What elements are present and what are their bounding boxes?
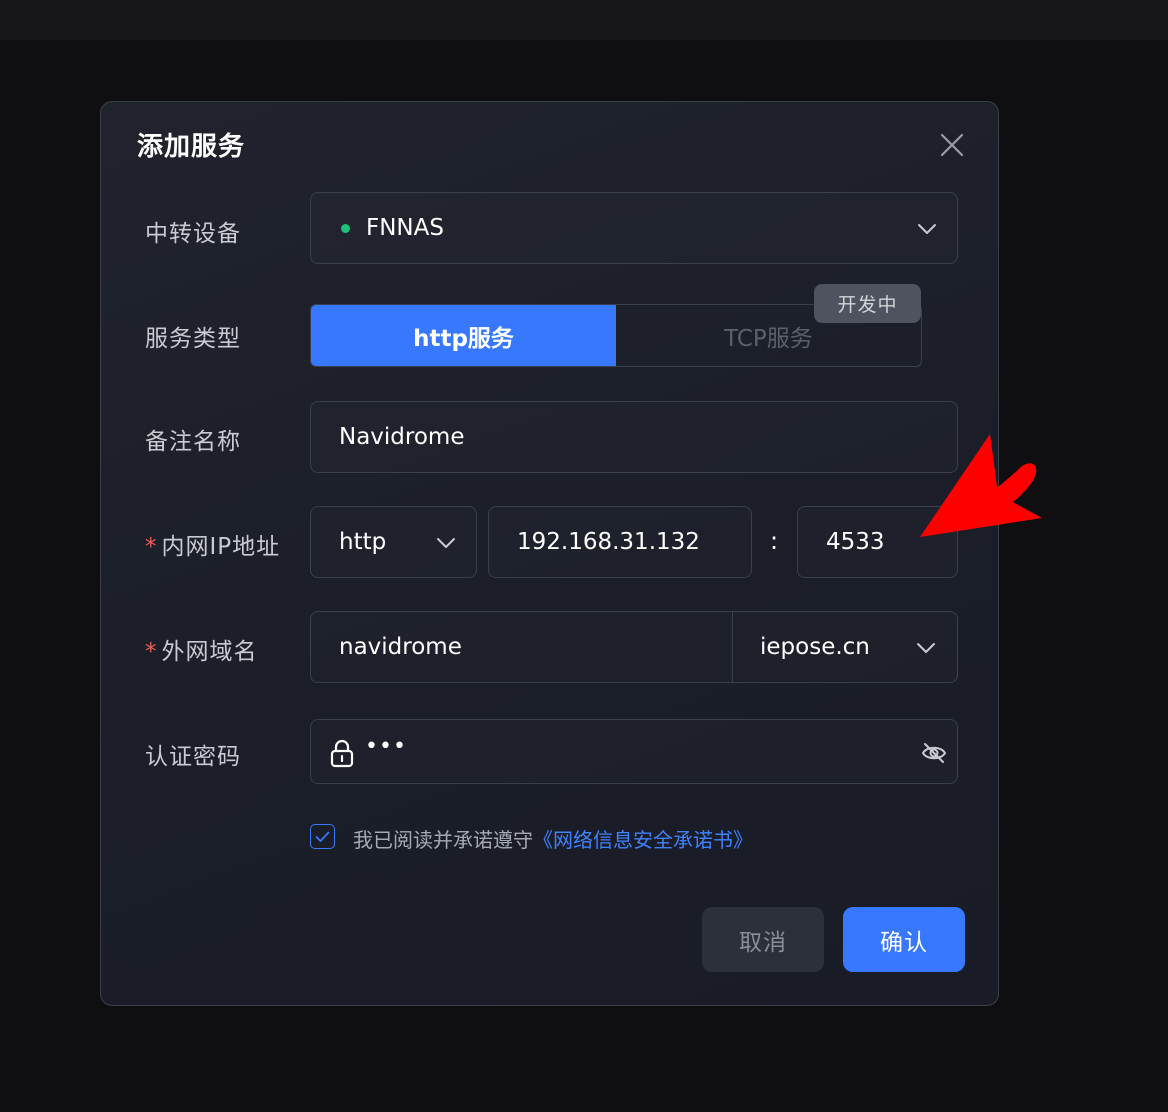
http-service-tab[interactable]: http服务 bbox=[311, 305, 616, 366]
chevron-down-icon bbox=[437, 538, 455, 548]
cancel-button[interactable]: 取消 bbox=[702, 907, 824, 972]
protocol-select[interactable]: http bbox=[310, 506, 477, 578]
remark-value: Navidrome bbox=[339, 424, 465, 450]
top-bar bbox=[0, 0, 1168, 40]
ip-value: 192.168.31.132 bbox=[517, 529, 700, 555]
chevron-down-icon bbox=[918, 224, 936, 234]
domain-label-text: 外网域名 bbox=[161, 639, 258, 665]
relay-device-select[interactable]: FNNAS bbox=[310, 192, 958, 264]
agreement-checkbox[interactable] bbox=[310, 824, 335, 849]
chevron-down-icon bbox=[917, 643, 935, 653]
remark-label: 备注名称 bbox=[145, 429, 241, 455]
intranet-ip-label-text: 内网IP地址 bbox=[161, 534, 281, 560]
domain-label: * 外网域名 bbox=[145, 632, 258, 666]
password-input[interactable]: ••• bbox=[310, 719, 958, 784]
eye-off-icon[interactable] bbox=[920, 741, 948, 765]
remark-input[interactable]: Navidrome bbox=[310, 401, 958, 473]
agreement-link[interactable]: 《网络信息安全承诺书》 bbox=[533, 828, 753, 852]
add-service-dialog: 添加服务 中转设备 FNNAS 服务类型 http服务 TCP服务 开发中 备注… bbox=[100, 101, 999, 1006]
dialog-title: 添加服务 bbox=[137, 132, 246, 162]
intranet-ip-label: * 内网IP地址 bbox=[145, 527, 280, 561]
subdomain-input[interactable]: navidrome bbox=[339, 634, 462, 660]
check-icon bbox=[315, 831, 330, 842]
required-mark: * bbox=[145, 534, 158, 560]
domain-divider bbox=[732, 612, 733, 682]
domain-suffix-select[interactable]: iepose.cn bbox=[760, 634, 870, 660]
password-value: ••• bbox=[365, 734, 407, 759]
relay-device-label: 中转设备 bbox=[145, 221, 241, 247]
confirm-button[interactable]: 确认 bbox=[843, 907, 965, 972]
service-type-label: 服务类型 bbox=[145, 326, 241, 352]
password-label: 认证密码 bbox=[145, 744, 241, 770]
red-arrow-icon bbox=[920, 434, 1042, 537]
ip-input[interactable]: 192.168.31.132 bbox=[488, 506, 752, 578]
domain-input-group: navidrome iepose.cn bbox=[310, 611, 958, 683]
online-status-dot bbox=[341, 223, 350, 233]
agreement-text: 我已阅读并承诺遵守《网络信息安全承诺书》 bbox=[353, 824, 753, 853]
close-icon[interactable] bbox=[937, 130, 967, 160]
lock-icon bbox=[330, 739, 354, 768]
port-separator: : bbox=[770, 527, 779, 555]
in-development-badge: 开发中 bbox=[814, 284, 921, 323]
protocol-value: http bbox=[339, 529, 387, 555]
port-value: 4533 bbox=[826, 529, 885, 555]
required-mark: * bbox=[145, 639, 158, 665]
agreement-text-label: 我已阅读并承诺遵守 bbox=[353, 828, 533, 852]
relay-device-value: FNNAS bbox=[366, 215, 444, 241]
